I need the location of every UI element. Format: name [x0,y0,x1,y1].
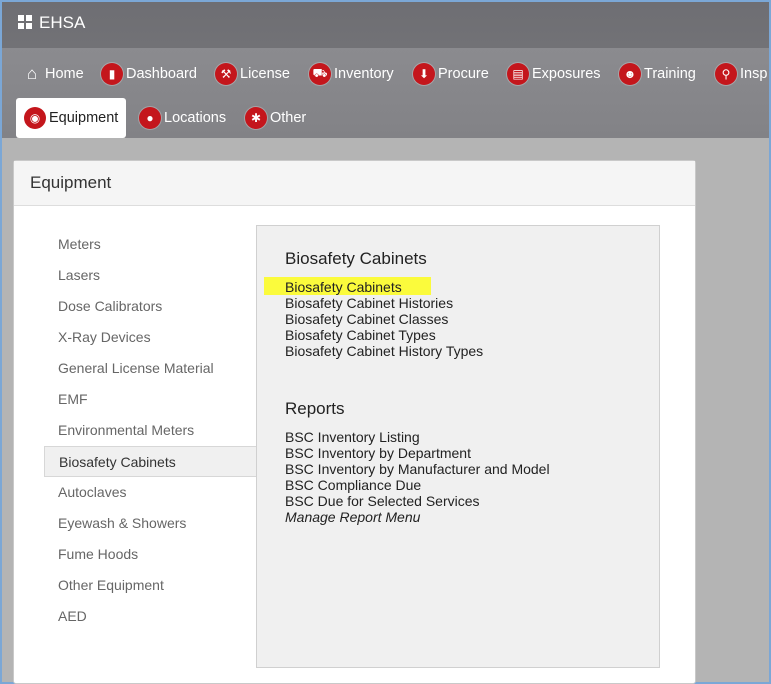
sidebar-item-x-ray-devices[interactable]: X-Ray Devices [44,322,259,353]
nav-label: Training [644,66,696,82]
nav-training[interactable]: ☻ Training [619,54,696,94]
sidebar-item-emf[interactable]: EMF [44,384,259,415]
truck-icon: ⛟ [309,63,331,85]
title-bar: EHSA [2,2,769,48]
nav-label: Equipment [49,110,119,126]
link-biosafety-cabinet-classes[interactable]: Biosafety Cabinet Classes [285,311,483,327]
home-icon: ⌂ [26,64,38,83]
sidebar-item-lasers[interactable]: Lasers [44,260,259,291]
nav-label: Exposures [532,66,601,82]
asterisk-icon: ✱ [245,107,267,129]
sidebar-item-eyewash-showers[interactable]: Eyewash & Showers [44,508,259,539]
nav-home[interactable]: ⌂ Home [23,54,84,94]
main-nav: ⌂ Home ▮ Dashboard ⚒ License ⛟ Inventory… [2,48,769,138]
nav-locations[interactable]: ● Locations [139,98,226,138]
link-biosafety-cabinets[interactable]: Biosafety Cabinets [285,279,483,295]
reports-title: Reports [285,399,345,418]
clipboard-icon: ▤ [507,63,529,85]
biosafety-links: Biosafety Cabinets Biosafety Cabinet His… [285,279,483,359]
reports-links: BSC Inventory Listing BSC Inventory by D… [285,429,550,525]
sidebar-item-biosafety-cabinets[interactable]: Biosafety Cabinets [44,446,274,477]
app-title: EHSA [39,13,86,32]
nav-other[interactable]: ✱ Other [245,98,306,138]
nav-label: Inventory [334,66,394,82]
biosafety-content: Biosafety Cabinets Biosafety Cabinets Bi… [256,225,660,668]
report-bsc-compliance-due[interactable]: BSC Compliance Due [285,477,550,493]
nav-dashboard[interactable]: ▮ Dashboard [101,54,197,94]
nav-procure[interactable]: ⬇ Procure [413,54,489,94]
map-pin-icon: ● [139,107,161,129]
magnifier-icon: ⚲ [715,63,737,85]
gauge-icon: ◉ [24,107,46,129]
sidebar-item-other-equipment[interactable]: Other Equipment [44,570,259,601]
nav-label: Home [45,66,84,82]
nav-license[interactable]: ⚒ License [215,54,290,94]
sidebar-item-autoclaves[interactable]: Autoclaves [44,477,259,508]
sidebar-item-dose-calibrators[interactable]: Dose Calibrators [44,291,259,322]
section-title: Biosafety Cabinets [285,249,427,268]
link-biosafety-cabinet-histories[interactable]: Biosafety Cabinet Histories [285,295,483,311]
nav-label: Dashboard [126,66,197,82]
reader-icon: ☻ [619,63,641,85]
nav-inventory[interactable]: ⛟ Inventory [309,54,394,94]
nav-label: Other [270,110,307,126]
nav-label: License [240,66,290,82]
nav-inspections[interactable]: ⚲ Insp [715,54,767,94]
equipment-sidebar: Meters Lasers Dose Calibrators X-Ray Dev… [44,229,274,632]
sidebar-item-aed[interactable]: AED [44,601,259,632]
report-bsc-inventory-by-department[interactable]: BSC Inventory by Department [285,445,550,461]
sidebar-item-environmental-meters[interactable]: Environmental Meters [44,415,259,446]
report-bsc-inventory-by-manufacturer[interactable]: BSC Inventory by Manufacturer and Model [285,461,550,477]
panel-title: Equipment [14,161,695,206]
bar-chart-icon: ▮ [101,63,123,85]
link-biosafety-cabinet-types[interactable]: Biosafety Cabinet Types [285,327,483,343]
sidebar-item-general-license-material[interactable]: General License Material [44,353,259,384]
grid-logo-icon [18,15,32,29]
report-bsc-inventory-listing[interactable]: BSC Inventory Listing [285,429,550,445]
sidebar-item-meters[interactable]: Meters [44,229,259,260]
equipment-panel: Equipment Meters Lasers Dose Calibrators… [13,160,696,684]
nav-label: Procure [438,66,489,82]
link-biosafety-cabinet-history-types[interactable]: Biosafety Cabinet History Types [285,343,483,359]
report-bsc-due-selected-services[interactable]: BSC Due for Selected Services [285,493,550,509]
wrench-icon: ⚒ [215,63,237,85]
nav-exposures[interactable]: ▤ Exposures [507,54,601,94]
nav-label: Insp [740,66,768,82]
manage-report-menu-link[interactable]: Manage Report Menu [285,509,550,525]
nav-equipment[interactable]: ◉ Equipment [16,98,127,138]
arrow-down-icon: ⬇ [413,63,435,85]
nav-label: Locations [164,110,227,126]
sidebar-item-fume-hoods[interactable]: Fume Hoods [44,539,259,570]
